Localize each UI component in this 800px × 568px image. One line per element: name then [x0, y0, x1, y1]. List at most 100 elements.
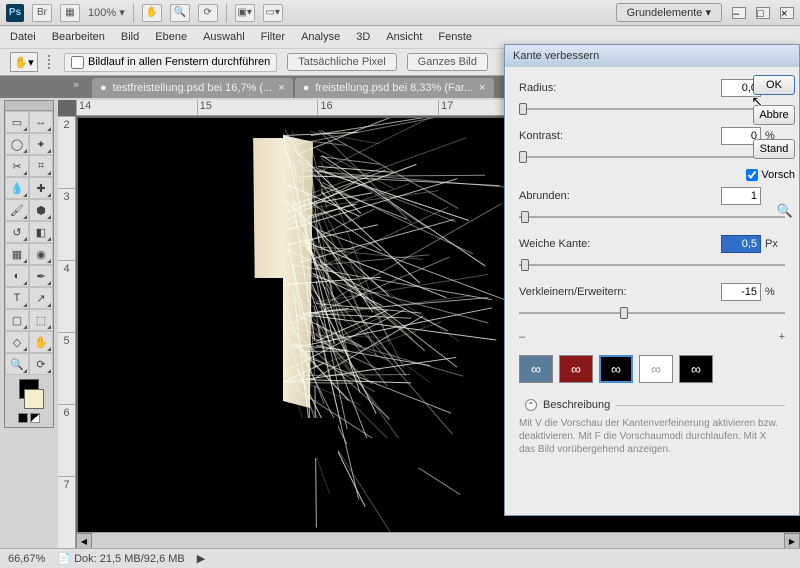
view-mode-overlay[interactable]: ∞ — [559, 355, 593, 383]
arrange-icon[interactable]: ▣▾ — [235, 4, 255, 22]
plus-icon: + — [779, 331, 785, 343]
rotate-view-tool-icon[interactable]: ⟳ — [29, 353, 53, 375]
feather-input[interactable] — [721, 235, 761, 253]
zoom-select[interactable]: 100% ▾ — [88, 6, 125, 19]
toolbox: ▭ ↔ ◯ ✦ ✂ ⌗ 💧 ✚ 🖌 ⬢ ↺ ◧ ▦ ◉ ◐ ✒ T ↗ ▢ ⬚ … — [4, 100, 54, 428]
view-mode-mask[interactable]: ∞ — [679, 355, 713, 383]
magnify-icon[interactable]: 🔍 — [777, 203, 793, 219]
feather-unit: Px — [765, 238, 785, 250]
tab-label: testfreistellung.psd bei 16,7% (... — [113, 82, 273, 94]
eyedropper-tool-icon[interactable]: 💧 — [5, 177, 29, 199]
move-tool-icon[interactable]: ↔ — [29, 111, 53, 133]
radius-slider[interactable] — [519, 101, 785, 117]
document-tab[interactable]: ● freistellung.psd bei 8,33% (Far... × — [295, 78, 494, 98]
expand-input[interactable] — [721, 283, 761, 301]
color-swatches — [5, 375, 53, 427]
blur-tool-icon[interactable]: ◉ — [29, 243, 53, 265]
scroll-all-input[interactable] — [71, 56, 84, 69]
brush-tool-icon[interactable]: 🖌 — [5, 199, 29, 221]
chevron-icon: ⌃ — [525, 399, 537, 411]
3d-camera-tool-icon[interactable]: ◇ — [5, 331, 29, 353]
type-tool-icon[interactable]: T — [5, 287, 29, 309]
wand-tool-icon[interactable]: ✦ — [29, 133, 53, 155]
maximize-button[interactable]: □ — [756, 7, 770, 19]
expand-slider[interactable] — [519, 305, 785, 321]
actual-pixels-button[interactable]: Tatsächliche Pixel — [287, 53, 396, 71]
toolbox-grip[interactable] — [5, 101, 53, 111]
menu-datei[interactable]: Datei — [10, 31, 36, 43]
dialog-title-bar[interactable]: Kante verbessern — [505, 45, 799, 67]
minimize-button[interactable]: – — [732, 7, 746, 19]
background-color-swatch[interactable] — [24, 389, 44, 409]
tab-close-icon[interactable]: × — [479, 82, 485, 94]
history-brush-tool-icon[interactable]: ↺ — [5, 221, 29, 243]
current-tool-indicator[interactable]: ✋▾ — [10, 52, 38, 72]
preview-input[interactable] — [746, 169, 758, 181]
status-doc-size[interactable]: 📄 Dok: 21,5 MB/92,6 MB — [57, 552, 184, 565]
tab-label: freistellung.psd bei 8,33% (Far... — [315, 82, 473, 94]
path-tool-icon[interactable]: ↗ — [29, 287, 53, 309]
swap-colors-icon[interactable] — [30, 413, 40, 423]
zoom-icon[interactable]: 🔍 — [170, 4, 190, 22]
menu-bearbeiten[interactable]: Bearbeiten — [52, 31, 105, 43]
marquee-tool-icon[interactable]: ▭ — [5, 111, 29, 133]
screen-mode-icon[interactable]: ▭▾ — [263, 4, 283, 22]
scroll-right-icon[interactable]: ▶ — [784, 533, 800, 549]
menu-analyse[interactable]: Analyse — [301, 31, 340, 43]
scroll-left-icon[interactable]: ◀ — [76, 533, 92, 549]
pen-tool-icon[interactable]: ✒ — [29, 265, 53, 287]
filmstrip-icon[interactable]: ▦ — [60, 4, 80, 22]
description-header[interactable]: ⌃ Beschreibung — [519, 399, 785, 411]
default-button[interactable]: Stand — [753, 139, 795, 159]
menu-fenster[interactable]: Fenste — [438, 31, 472, 43]
minus-icon: – — [519, 331, 525, 343]
status-arrow-icon[interactable]: ▶ — [197, 552, 205, 565]
default-colors-icon[interactable] — [18, 413, 28, 423]
menu-filter[interactable]: Filter — [261, 31, 285, 43]
heal-tool-icon[interactable]: ✚ — [29, 177, 53, 199]
smooth-input[interactable] — [721, 187, 761, 205]
shape-tool-icon[interactable]: ▢ — [5, 309, 29, 331]
view-modes: ∞ ∞ ∞ ∞ ∞ — [519, 355, 785, 383]
status-zoom[interactable]: 66,67% — [8, 553, 45, 565]
horizontal-scrollbar[interactable]: ◀ ▶ — [76, 532, 800, 548]
document-tab[interactable]: ● testfreistellung.psd bei 16,7% (... × — [92, 78, 293, 98]
menu-ansicht[interactable]: Ansicht — [386, 31, 422, 43]
scroll-all-checkbox[interactable]: Bildlauf in allen Fenstern durchführen — [64, 53, 277, 72]
ok-button[interactable]: OK — [753, 75, 795, 95]
bridge-icon[interactable]: Br — [32, 4, 52, 22]
tab-expand-icon[interactable]: » — [73, 79, 89, 95]
preview-checkbox[interactable]: Vorsch — [746, 169, 795, 181]
menu-3d[interactable]: 3D — [356, 31, 370, 43]
tab-dirty-icon: ● — [100, 82, 107, 94]
view-mode-white[interactable]: ∞ — [639, 355, 673, 383]
slice-tool-icon[interactable]: ⌗ — [29, 155, 53, 177]
description-text: Mit V die Vorschau der Kantenverfeinerun… — [519, 417, 785, 456]
workspace-switcher[interactable]: Grundelemente ▾ — [616, 3, 722, 22]
menu-ebene[interactable]: Ebene — [155, 31, 187, 43]
vertical-ruler[interactable]: 234567 — [58, 116, 76, 548]
lasso-tool-icon[interactable]: ◯ — [5, 133, 29, 155]
cancel-button[interactable]: Abbre — [753, 105, 795, 125]
crop-tool-icon[interactable]: ✂ — [5, 155, 29, 177]
view-mode-selection[interactable]: ∞ — [519, 355, 553, 383]
menu-bild[interactable]: Bild — [121, 31, 139, 43]
dodge-tool-icon[interactable]: ◐ — [5, 265, 29, 287]
gradient-tool-icon[interactable]: ▦ — [5, 243, 29, 265]
fit-screen-button[interactable]: Ganzes Bild — [407, 53, 488, 71]
3d-tool-icon[interactable]: ⬚ — [29, 309, 53, 331]
tab-close-icon[interactable]: × — [278, 82, 284, 94]
feather-slider[interactable] — [519, 257, 785, 273]
rotate-icon[interactable]: ⟳ — [198, 4, 218, 22]
smooth-slider[interactable] — [519, 209, 785, 225]
hand-tool-icon[interactable]: ✋ — [29, 331, 53, 353]
stamp-tool-icon[interactable]: ⬢ — [29, 199, 53, 221]
eraser-tool-icon[interactable]: ◧ — [29, 221, 53, 243]
close-button[interactable]: × — [780, 7, 794, 19]
expand-label: Verkleinern/Erweitern: — [519, 286, 721, 298]
view-mode-black[interactable]: ∞ — [599, 355, 633, 383]
menu-auswahl[interactable]: Auswahl — [203, 31, 245, 43]
contrast-slider[interactable] — [519, 149, 785, 165]
zoom-tool-icon[interactable]: 🔍 — [5, 353, 29, 375]
hand-icon[interactable]: ✋ — [142, 4, 162, 22]
